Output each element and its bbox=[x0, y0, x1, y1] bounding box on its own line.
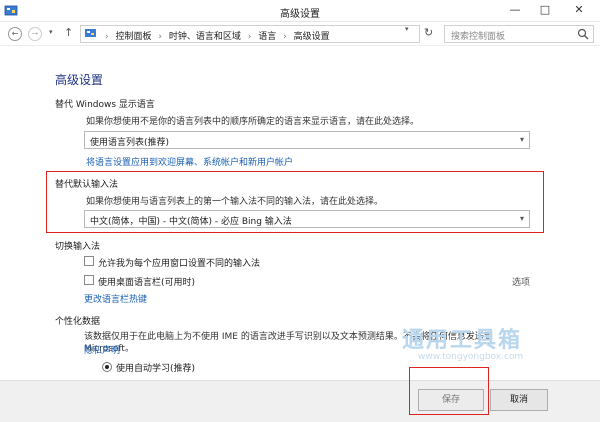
minimize-button[interactable]: — bbox=[500, 0, 530, 20]
recent-locations-chevron-icon[interactable]: ▾ bbox=[49, 28, 53, 36]
switch-input-heading: 切换输入法 bbox=[55, 242, 101, 252]
per-app-input-label[interactable]: 允许我为每个应用窗口设置不同的输入法 bbox=[98, 256, 260, 269]
forward-button[interactable]: → bbox=[28, 27, 42, 41]
change-hotkey-link[interactable]: 更改语言栏热键 bbox=[84, 292, 147, 305]
default-input-select[interactable]: 中文(简体，中国) - 中文(简体) - 必应 Bing 输入法 ▾ bbox=[84, 210, 530, 228]
maximize-button[interactable]: □ bbox=[530, 0, 560, 20]
breadcrumb-advanced-settings[interactable]: 高级设置 bbox=[294, 32, 330, 42]
default-input-description: 如果你想使用与语言列表上的第一个输入法不同的输入法，请在此处选择。 bbox=[86, 197, 384, 207]
auto-learning-radio[interactable] bbox=[102, 362, 112, 372]
default-input-heading: 替代默认输入法 bbox=[55, 180, 119, 190]
display-language-heading: 替代 Windows 显示语言 bbox=[55, 100, 155, 110]
chevron-down-icon: ▾ bbox=[519, 135, 524, 144]
desktop-language-bar-label[interactable]: 使用桌面语言栏(可用时) bbox=[98, 275, 195, 288]
display-language-select-value: 使用语言列表(推荐) bbox=[90, 138, 170, 148]
default-input-select-value: 中文(简体，中国) - 中文(简体) - 必应 Bing 输入法 bbox=[90, 217, 292, 227]
breadcrumb-language[interactable]: 语言 bbox=[258, 32, 276, 42]
apply-language-settings-link[interactable]: 将语言设置应用到欢迎屏幕、系统帐户和新用户帐户 bbox=[86, 155, 293, 168]
address-dropdown-icon[interactable]: ▾ bbox=[405, 25, 409, 33]
close-button[interactable]: ✕ bbox=[560, 0, 598, 20]
privacy-statement-link[interactable]: 隐私声明 bbox=[84, 343, 120, 356]
up-button[interactable]: ↑ bbox=[64, 26, 73, 39]
desktop-language-bar-checkbox[interactable] bbox=[84, 275, 94, 285]
personalization-heading: 个性化数据 bbox=[55, 317, 101, 327]
breadcrumb-sep-0: › bbox=[105, 32, 109, 42]
radio-selected-dot bbox=[105, 365, 109, 369]
address-bar[interactable]: › 控制面板 › 时钟、语言和区域 › 语言 › 高级设置 bbox=[80, 25, 420, 43]
chevron-down-icon: ▾ bbox=[519, 214, 524, 223]
breadcrumb-control-panel[interactable]: 控制面板 bbox=[115, 32, 151, 42]
watermark-url: www.tongyongbox.com bbox=[418, 352, 524, 362]
per-app-input-checkbox[interactable] bbox=[84, 256, 94, 266]
breadcrumb-sep-1: › bbox=[158, 32, 162, 42]
back-button[interactable]: ← bbox=[8, 27, 22, 41]
breadcrumb-clock-language-region[interactable]: 时钟、语言和区域 bbox=[169, 32, 241, 42]
options-link[interactable]: 选项 bbox=[512, 275, 530, 288]
breadcrumb-sep-3: › bbox=[283, 32, 287, 42]
auto-learning-label[interactable]: 使用自动学习(推荐) bbox=[116, 361, 195, 374]
display-language-select[interactable]: 使用语言列表(推荐) ▾ bbox=[84, 131, 530, 149]
title-bar: 高级设置 — □ ✕ bbox=[0, 0, 600, 22]
cancel-button[interactable]: 取消 bbox=[490, 389, 548, 411]
search-placeholder: 搜索控制面板 bbox=[451, 32, 506, 42]
watermark-logo: 通用工具箱 bbox=[402, 328, 523, 353]
breadcrumb: › 控制面板 › 时钟、语言和区域 › 语言 › 高级设置 bbox=[101, 29, 330, 42]
breadcrumb-sep-2: › bbox=[247, 32, 252, 42]
save-highlight-box bbox=[409, 367, 489, 415]
refresh-icon[interactable]: ↻ bbox=[424, 26, 433, 39]
search-input[interactable]: 搜索控制面板 bbox=[444, 25, 594, 43]
page-title: 高级设置 bbox=[55, 73, 104, 87]
search-icon bbox=[577, 28, 589, 40]
control-panel-icon bbox=[85, 29, 96, 37]
footer-bar: 保存 取消 bbox=[0, 380, 600, 422]
display-language-description: 如果你想使用不是你的语言列表中的顺序所确定的语言来显示语言，请在此处选择。 bbox=[86, 117, 420, 127]
